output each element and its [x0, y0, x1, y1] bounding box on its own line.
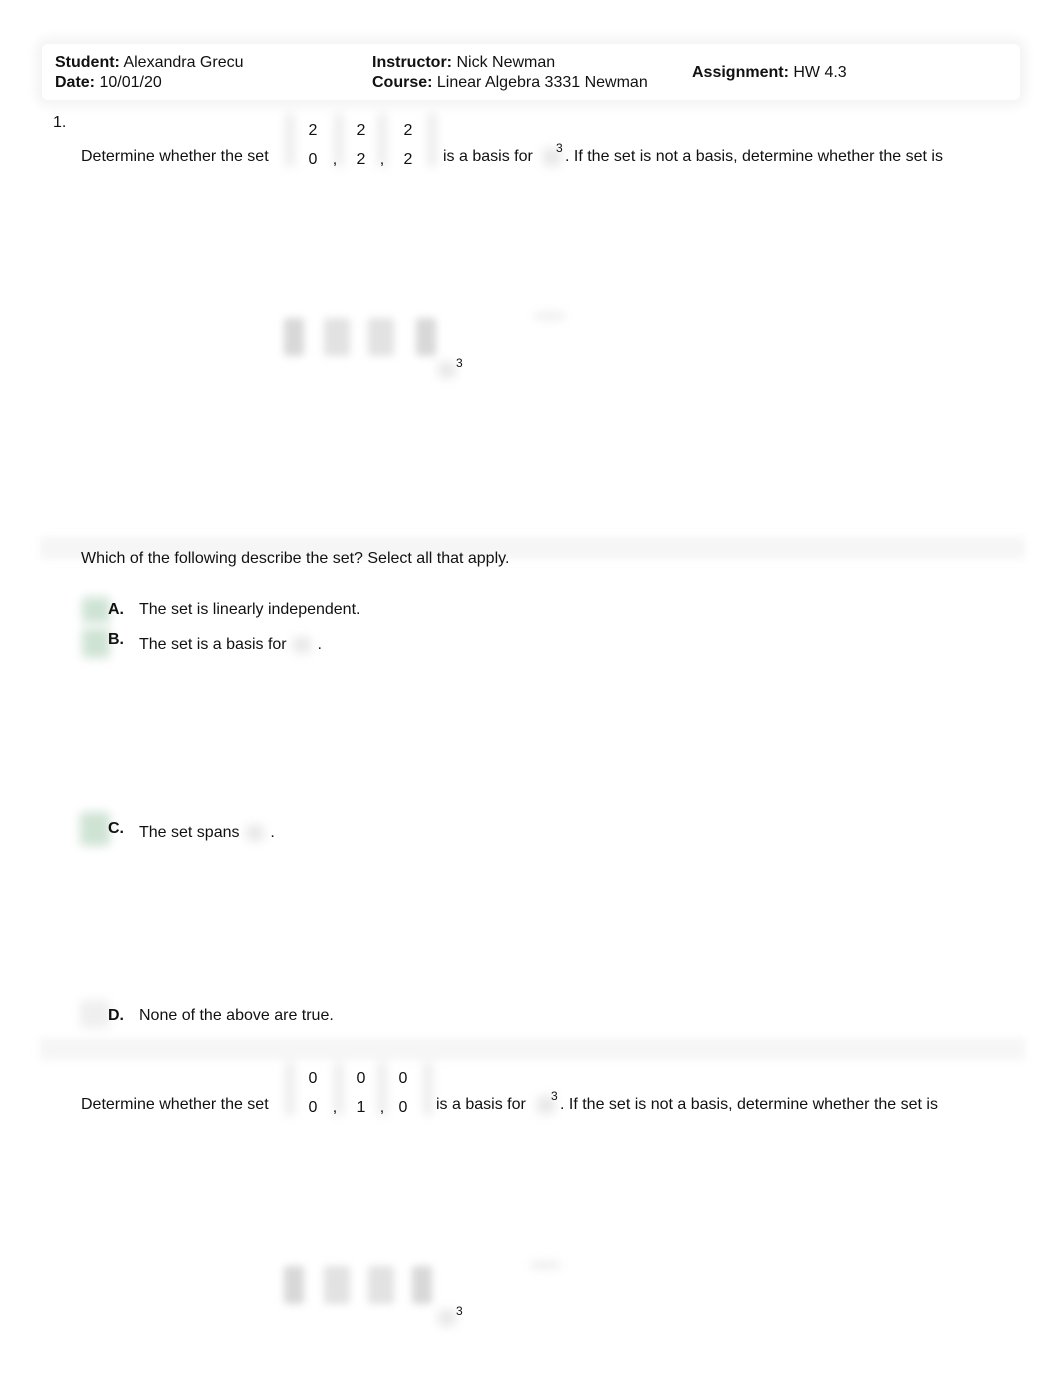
question1-prompt-end: . If the set is not a basis, determine w…	[565, 148, 943, 165]
blurred-matrix-column	[324, 1266, 350, 1304]
assignment-field: Assignment: HW 4.3	[692, 63, 847, 83]
option-c-checkbox[interactable]	[80, 812, 110, 846]
question-divider	[40, 1038, 1025, 1060]
vector2-top: 0	[356, 1070, 366, 1087]
instructor-label: Instructor:	[372, 54, 452, 71]
option-d-checkbox[interactable]	[80, 1000, 110, 1028]
blurred-matrix-column	[416, 318, 436, 356]
option-d-letter: D.	[108, 1007, 124, 1024]
option-a-letter: A.	[108, 601, 124, 618]
option-b-text: The set is a basis for	[139, 636, 287, 653]
real-numbers-symbol-icon	[438, 362, 456, 378]
date-value: 10/01/20	[99, 74, 162, 91]
superscript: 3	[551, 1089, 558, 1103]
blurred-matrix-column	[368, 318, 394, 356]
blurred-mark	[530, 1262, 560, 1268]
course-label: Course:	[372, 74, 433, 91]
blurred-matrix-column	[368, 1266, 394, 1304]
vector-separator: ,	[332, 1099, 338, 1116]
student-label: Student:	[55, 54, 120, 71]
vector1-top: 0	[308, 1070, 318, 1087]
course-field: Course: Linear Algebra 3331 Newman	[372, 73, 648, 93]
vector2-bottom: 1	[356, 1099, 366, 1116]
work-superscript: 3	[456, 356, 463, 370]
option-d-text: None of the above are true.	[139, 1007, 334, 1024]
option-a-checkbox[interactable]	[82, 597, 110, 623]
option-c-letter: C.	[108, 820, 124, 837]
option-b-suffix: .	[317, 636, 322, 653]
question1-instruction: Which of the following describe the set?…	[81, 550, 510, 567]
vector3-bottom: 2	[403, 151, 413, 168]
date-field: Date: 10/01/20	[55, 73, 162, 93]
vector3-top: 2	[403, 122, 413, 139]
date-label: Date:	[55, 74, 96, 91]
assignment-label: Assignment:	[692, 64, 789, 81]
vector-separator: ,	[379, 151, 385, 168]
vector3-bottom: 0	[398, 1099, 408, 1116]
blurred-matrix-column	[412, 1266, 432, 1304]
blurred-mark	[535, 313, 565, 319]
vector-separator: ,	[379, 1099, 385, 1116]
work-superscript: 3	[456, 1304, 463, 1318]
right-bracket-icon	[424, 1062, 432, 1116]
superscript: 3	[556, 141, 563, 155]
blurred-matrix-column	[284, 318, 304, 356]
blurred-matrix-column	[324, 318, 350, 356]
student-field: Student: Alexandra Grecu	[55, 53, 244, 73]
option-b-text-wrap: The set is a basis for .	[139, 636, 322, 654]
vector1-bottom: 0	[308, 1099, 318, 1116]
option-b-letter: B.	[108, 631, 124, 648]
question2-prompt-end: . If the set is not a basis, determine w…	[560, 1096, 938, 1113]
question2-prompt-mid: is a basis for	[436, 1096, 526, 1113]
vector1-top: 2	[308, 122, 318, 139]
real-numbers-symbol-icon	[438, 1310, 456, 1326]
real-numbers-symbol-icon	[245, 824, 264, 841]
option-c-text-wrap: The set spans .	[139, 824, 275, 842]
real-numbers-symbol-icon	[293, 636, 312, 653]
option-c-suffix: .	[270, 824, 275, 841]
blurred-matrix-column	[284, 1266, 304, 1304]
vector3-top: 0	[398, 1070, 408, 1087]
question1-prompt-mid: is a basis for	[443, 148, 533, 165]
right-bracket-icon	[428, 113, 436, 167]
left-bracket-icon	[286, 1062, 294, 1116]
option-a-text: The set is linearly independent.	[139, 601, 361, 618]
question1-prompt-start: Determine whether the set	[81, 148, 269, 165]
left-bracket-icon	[286, 113, 294, 167]
option-b-checkbox[interactable]	[82, 628, 110, 658]
question-number: 1.	[53, 114, 67, 131]
question2-prompt-start: Determine whether the set	[81, 1096, 269, 1113]
vector-separator: ,	[332, 151, 338, 168]
vector2-bottom: 2	[356, 151, 366, 168]
instructor-value: Nick Newman	[456, 54, 556, 71]
instructor-field: Instructor: Nick Newman	[372, 53, 555, 73]
course-value: Linear Algebra 3331 Newman	[436, 74, 648, 91]
vector1-bottom: 0	[308, 151, 318, 168]
student-value: Alexandra Grecu	[123, 54, 244, 71]
assignment-value: HW 4.3	[793, 64, 847, 81]
vector2-top: 2	[356, 122, 366, 139]
option-c-text: The set spans	[139, 824, 240, 841]
